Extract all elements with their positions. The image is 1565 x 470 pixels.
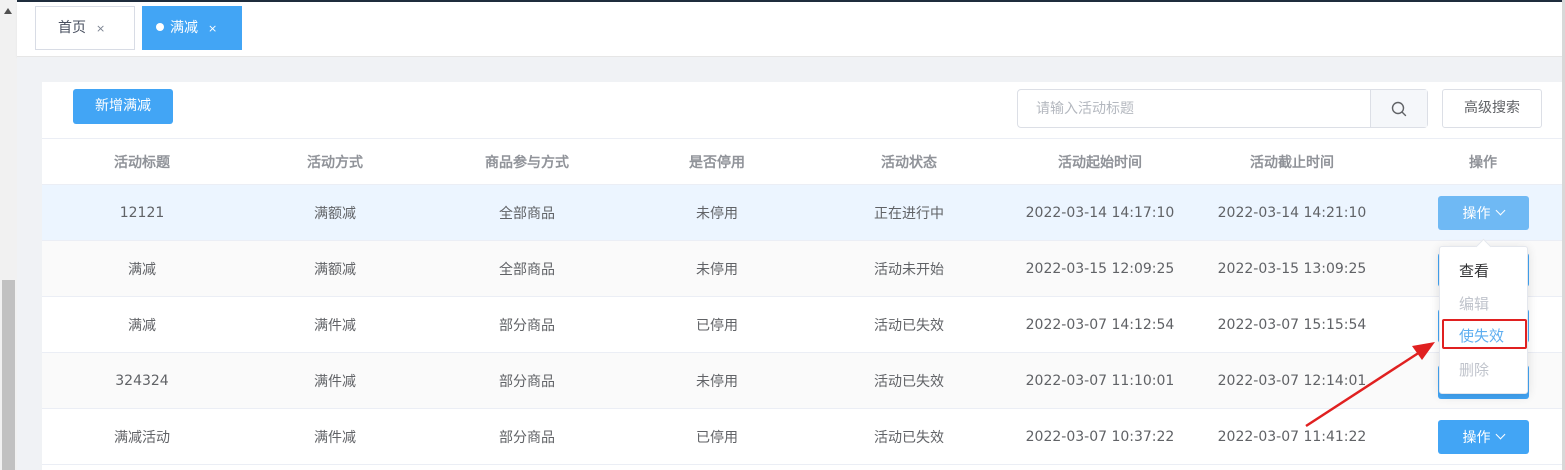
- cell-status: 活动已失效: [874, 317, 944, 334]
- cell-method: 满件减: [314, 429, 356, 446]
- cell-start-time: 2022-03-07 10:37:22: [1025, 428, 1175, 445]
- search-icon: [1391, 101, 1407, 117]
- cell-status: 正在进行中: [874, 205, 944, 222]
- advanced-search-button[interactable]: 高级搜索: [1442, 89, 1542, 128]
- menu-item-delete[interactable]: 删除: [1440, 357, 1527, 383]
- cell-disabled: 未停用: [696, 261, 738, 278]
- cell-status: 活动已失效: [874, 373, 944, 390]
- cell-goods-mode: 部分商品: [499, 373, 555, 390]
- cell-disabled: 已停用: [696, 317, 738, 334]
- table-row[interactable]: 满减 满件减 部分商品 已停用 活动已失效 2022-03-07 14:12:5…: [42, 297, 1565, 353]
- table-row[interactable]: 12121 满额减 全部商品 未停用 正在进行中 2022-03-14 14:1…: [42, 185, 1565, 241]
- close-icon[interactable]: ×: [96, 22, 105, 35]
- cell-method: 满件减: [314, 373, 356, 390]
- search-box: [1017, 89, 1428, 128]
- cell-disabled: 已停用: [696, 429, 738, 446]
- cell-status: 活动已失效: [874, 429, 944, 446]
- header-end-time: 活动截止时间: [1250, 154, 1334, 171]
- cell-start-time: 2022-03-07 14:12:54: [1025, 316, 1175, 333]
- menu-item-edit[interactable]: 编辑: [1440, 291, 1527, 317]
- cell-goods-mode: 全部商品: [499, 205, 555, 222]
- cell-title: 满减: [128, 261, 156, 278]
- table-header: 活动标题 活动方式 商品参与方式 是否停用 活动状态 活动起始时间 活动截止时间…: [42, 138, 1565, 185]
- scroll-up-icon[interactable]: [4, 8, 12, 14]
- table-row[interactable]: 324324 满件减 部分商品 未停用 活动已失效 2022-03-07 11:…: [42, 353, 1565, 409]
- cell-status: 活动未开始: [874, 261, 944, 278]
- cell-end-time: 2022-03-15 13:09:25: [1217, 260, 1367, 277]
- cell-method: 满件减: [314, 317, 356, 334]
- actions-dropdown-button[interactable]: 操作: [1437, 419, 1529, 454]
- cell-start-time: 2022-03-07 11:10:01: [1025, 372, 1175, 389]
- cell-title: 12121: [119, 204, 165, 221]
- menu-item-view[interactable]: 查看: [1440, 258, 1527, 284]
- tab-bar: 首页 × 满减 ×: [17, 2, 1565, 57]
- cell-actions: 操作: [1383, 409, 1565, 464]
- header-title: 活动标题: [114, 154, 170, 171]
- cell-title: 324324: [115, 372, 169, 389]
- add-manjian-button[interactable]: 新增满减: [73, 89, 173, 124]
- cell-end-time: 2022-03-07 15:15:54: [1217, 316, 1367, 333]
- cell-disabled: 未停用: [696, 373, 738, 390]
- header-actions: 操作: [1469, 154, 1497, 171]
- tab-manjian-label: 满减: [170, 20, 198, 36]
- cell-method: 满额减: [314, 205, 356, 222]
- close-icon[interactable]: ×: [208, 22, 217, 35]
- search-button[interactable]: [1370, 90, 1427, 127]
- chevron-down-icon: [1495, 429, 1505, 440]
- header-goods-mode: 商品参与方式: [485, 154, 569, 171]
- cell-end-time: 2022-03-14 14:21:10: [1217, 204, 1367, 221]
- tab-home-label: 首页: [58, 20, 86, 36]
- cell-disabled: 未停用: [696, 205, 738, 222]
- cell-start-time: 2022-03-15 12:09:25: [1025, 260, 1175, 277]
- cell-end-time: 2022-03-07 12:14:01: [1217, 372, 1367, 389]
- cell-method: 满额减: [314, 261, 356, 278]
- chevron-down-icon: [1495, 205, 1505, 216]
- cell-end-time: 2022-03-07 11:41:22: [1217, 428, 1367, 445]
- active-dot-icon: [156, 23, 164, 31]
- table-row[interactable]: 满减活动 满件减 部分商品 已停用 活动已失效 2022-03-07 10:37…: [42, 409, 1565, 465]
- actions-button-label: 操作: [1462, 429, 1491, 446]
- header-disabled: 是否停用: [689, 154, 745, 171]
- actions-button-label: 操作: [1462, 205, 1491, 222]
- search-input[interactable]: [1018, 90, 1372, 127]
- cell-goods-mode: 部分商品: [499, 429, 555, 446]
- page-scrollbar[interactable]: [0, 0, 17, 470]
- cell-title: 满减活动: [114, 429, 170, 446]
- header-status: 活动状态: [881, 154, 937, 171]
- header-start-time: 活动起始时间: [1058, 154, 1142, 171]
- annotation-highlight-box: [1442, 319, 1527, 349]
- cell-title: 满减: [128, 317, 156, 334]
- header-method: 活动方式: [307, 154, 363, 171]
- scrollbar-thumb[interactable]: [2, 280, 15, 470]
- cell-goods-mode: 全部商品: [499, 261, 555, 278]
- cell-start-time: 2022-03-14 14:17:10: [1025, 204, 1175, 221]
- tab-home[interactable]: 首页 ×: [35, 6, 135, 50]
- cell-goods-mode: 部分商品: [499, 317, 555, 334]
- actions-dropdown-button[interactable]: 操作: [1437, 195, 1529, 230]
- table-row[interactable]: 满减 满额减 全部商品 未停用 活动未开始 2022-03-15 12:09:2…: [42, 241, 1565, 297]
- cell-actions: 操作: [1383, 185, 1565, 240]
- tab-manjian[interactable]: 满减 ×: [142, 6, 242, 50]
